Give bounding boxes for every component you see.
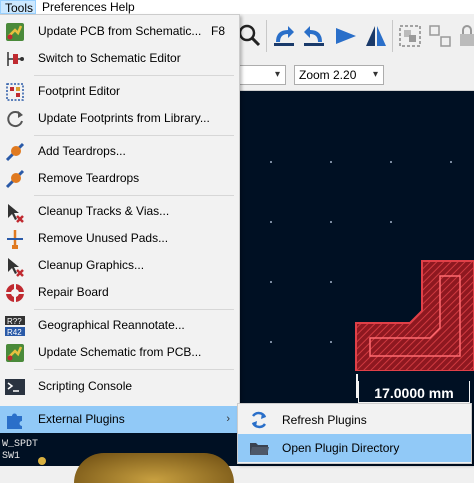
reannotate-icon: R?? R42 xyxy=(5,316,25,337)
menu-item-switch-schematic[interactable]: Switch to Schematic Editor xyxy=(0,45,239,72)
menu-help[interactable]: Help xyxy=(106,0,139,14)
rotate-cw-icon[interactable] xyxy=(300,22,328,50)
chevron-down-icon: ▾ xyxy=(274,69,280,80)
schematic-editor-icon xyxy=(7,52,24,66)
grid-dot xyxy=(330,221,332,223)
menu-item-add-teardrops[interactable]: Add Teardrops... xyxy=(0,138,239,165)
group-icon[interactable] xyxy=(396,22,424,50)
zoom-icon[interactable] xyxy=(236,22,264,50)
grid-dot xyxy=(270,341,272,343)
grid-dot xyxy=(270,161,272,163)
menu-item-update-schematic[interactable]: Update Schematic from PCB... xyxy=(0,339,239,366)
grid-dot xyxy=(450,161,452,163)
update-schematic-icon xyxy=(6,344,24,362)
menu-item-update-footprints[interactable]: Update Footprints from Library... xyxy=(0,105,239,132)
console-icon xyxy=(5,379,25,395)
menu-item-cleanup-graphics[interactable]: Cleanup Graphics... xyxy=(0,252,239,279)
mirror-vertical-icon[interactable] xyxy=(362,22,390,50)
ungroup-icon[interactable] xyxy=(426,22,454,50)
menu-item-repair-board[interactable]: Repair Board xyxy=(0,279,239,306)
dimension-label: 17.0000 mm xyxy=(358,381,470,403)
menu-item-cleanup-tracks[interactable]: Cleanup Tracks & Vias... xyxy=(0,198,239,225)
cleanup-graphics-icon xyxy=(8,258,24,277)
menu-separator xyxy=(34,195,234,196)
submenu-item-label: Open Plugin Directory xyxy=(282,441,400,455)
menu-item-remove-teardrops[interactable]: Remove Teardrops xyxy=(0,165,239,192)
refresh-footprints-icon xyxy=(7,111,23,128)
grid-dot xyxy=(390,161,392,163)
menu-item-label: Repair Board xyxy=(38,285,109,299)
menu-item-remove-unused-pads[interactable]: Remove Unused Pads... xyxy=(0,225,239,252)
zoom-value: Zoom 2.20 xyxy=(299,68,357,82)
svg-text:R42: R42 xyxy=(7,328,22,337)
menu-item-label: Remove Unused Pads... xyxy=(38,231,169,245)
repair-board-icon xyxy=(6,284,24,302)
remove-pads-icon xyxy=(7,230,23,249)
menu-item-label: Cleanup Graphics... xyxy=(38,258,145,272)
folder-icon xyxy=(250,443,269,455)
grid-dot xyxy=(330,341,332,343)
grid-dot xyxy=(270,281,272,283)
external-plugins-submenu: Refresh Plugins Open Plugin Directory xyxy=(237,403,472,464)
svg-text:R??: R?? xyxy=(7,317,22,326)
component-value-label: W_SPDT xyxy=(2,439,39,450)
teardrop-remove-icon xyxy=(5,169,25,189)
menu-separator xyxy=(34,369,234,370)
menubar: Tools Preferences Help xyxy=(0,0,474,15)
menu-item-label: Update Footprints from Library... xyxy=(38,111,210,125)
footprint-editor-icon xyxy=(6,83,24,101)
menu-item-label: Geographical Reannotate... xyxy=(38,318,185,332)
grid-dot xyxy=(390,221,392,223)
submenu-item-refresh-plugins[interactable]: Refresh Plugins xyxy=(238,406,471,434)
menu-item-label: Remove Teardrops xyxy=(38,171,140,185)
menu-item-label: Add Teardrops... xyxy=(38,144,126,158)
menu-item-label: Cleanup Tracks & Vias... xyxy=(38,204,170,218)
menu-tools[interactable]: Tools xyxy=(0,0,36,15)
cleanup-tracks-icon xyxy=(8,204,24,223)
menu-item-label: External Plugins xyxy=(38,412,125,426)
zoom-select[interactable]: Zoom 2.20 ▾ xyxy=(294,65,384,85)
puzzle-icon xyxy=(7,413,22,429)
lock-icon[interactable] xyxy=(456,22,474,50)
menu-separator xyxy=(34,309,234,310)
grid-dot xyxy=(330,281,332,283)
menu-separator xyxy=(34,75,234,76)
grid-dot xyxy=(330,161,332,163)
update-pcb-icon xyxy=(6,23,24,41)
menu-item-update-pcb[interactable]: Update PCB from Schematic... F8 xyxy=(0,18,239,45)
menu-item-label: Switch to Schematic Editor xyxy=(38,51,181,65)
menu-item-geographical-reannotate[interactable]: R?? R42 Geographical Reannotate... xyxy=(0,312,239,339)
refresh-icon xyxy=(251,411,267,429)
menu-item-scripting-console[interactable]: Scripting Console xyxy=(0,373,239,400)
menu-preferences[interactable]: Preferences xyxy=(38,0,111,14)
menu-item-label: Footprint Editor xyxy=(38,84,121,98)
toolbar-separator xyxy=(392,20,393,52)
submenu-item-label: Refresh Plugins xyxy=(282,413,367,427)
menu-item-footprint-editor[interactable]: Footprint Editor xyxy=(0,78,239,105)
toolbar-separator xyxy=(266,20,267,52)
rotate-ccw-icon[interactable] xyxy=(270,22,298,50)
menu-item-label: Update Schematic from PCB... xyxy=(38,345,202,359)
mirror-horizontal-icon[interactable] xyxy=(332,22,360,50)
menu-item-external-plugins[interactable]: External Plugins › xyxy=(0,406,239,433)
grid-select[interactable]: ▾ xyxy=(236,65,286,85)
via[interactable] xyxy=(38,457,46,465)
component-ref-label: SW1 xyxy=(2,451,21,462)
copper-zone[interactable] xyxy=(350,256,474,371)
grid-dot xyxy=(270,221,272,223)
chevron-down-icon: ▾ xyxy=(372,69,378,80)
menu-item-label: Update PCB from Schematic... xyxy=(38,24,202,38)
tools-menu: Update PCB from Schematic... F8 Switch t… xyxy=(0,14,240,433)
submenu-item-open-plugin-directory[interactable]: Open Plugin Directory xyxy=(238,434,471,462)
teardrop-add-icon xyxy=(5,142,25,162)
component-pad[interactable] xyxy=(74,453,234,483)
menu-item-label: Scripting Console xyxy=(38,379,133,393)
chevron-right-icon: › xyxy=(226,413,230,425)
menu-separator xyxy=(34,135,234,136)
shortcut-label: F8 xyxy=(210,24,225,38)
